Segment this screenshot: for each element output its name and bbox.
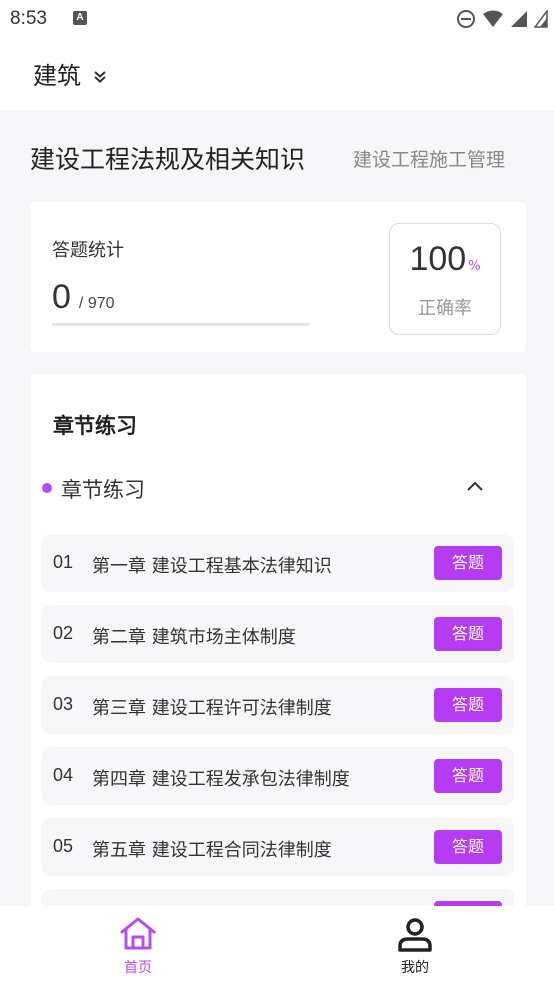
answer-button[interactable]: 答题 <box>434 546 502 580</box>
stats-title: 答题统计 <box>52 240 124 261</box>
progress-bar <box>52 323 310 326</box>
chapter-group-header[interactable]: 章节练习 <box>30 470 526 506</box>
answer-button[interactable]: 答题 <box>434 759 502 793</box>
chapter-title: 第二章 建筑市场主体制度 <box>92 627 296 648</box>
total-count: / 970 <box>78 295 115 312</box>
status-time: 8:53 <box>10 8 47 29</box>
accuracy-value: 100 <box>409 240 467 278</box>
nav-home[interactable]: 首页 <box>98 916 178 977</box>
group-label: 章节练习 <box>61 478 145 502</box>
answer-button[interactable]: 答题 <box>434 617 502 651</box>
course-tabs: 建设工程法规及相关知识 建设工程施工管理 <box>0 110 554 202</box>
answered-count: 0 <box>52 278 71 316</box>
user-icon <box>398 918 432 952</box>
chapter-number: 03 <box>53 694 74 714</box>
section-title: 章节练习 <box>53 414 137 438</box>
home-icon <box>120 917 156 950</box>
list-item[interactable]: 04 第四章 建设工程发承包法律制度 答题 <box>42 747 514 805</box>
answer-button[interactable]: 答题 <box>434 688 502 722</box>
list-item[interactable]: 05 第五章 建设工程合同法律制度 答题 <box>42 818 514 876</box>
tab-course-active[interactable]: 建设工程法规及相关知识 <box>30 140 305 176</box>
signal-icon <box>511 11 527 27</box>
chapter-title: 第五章 建设工程合同法律制度 <box>92 840 332 861</box>
accuracy-box: 100% 正确率 <box>389 223 501 335</box>
stats-count: 0 / 970 <box>52 278 115 317</box>
nav-home-label: 首页 <box>124 960 152 976</box>
bottom-nav: 首页 我的 <box>0 906 554 984</box>
list-item[interactable]: 03 第三章 建设工程许可法律制度 答题 <box>42 676 514 734</box>
signal-icon <box>534 10 548 28</box>
chapter-number: 02 <box>53 623 74 643</box>
chevron-up-icon[interactable] <box>466 478 484 496</box>
chapter-title: 第四章 建设工程发承包法律制度 <box>92 769 350 790</box>
list-item[interactable]: 02 第二章 建筑市场主体制度 答题 <box>42 605 514 663</box>
do-not-disturb-icon <box>457 10 475 28</box>
stats-card: 答题统计 0 / 970 100% 正确率 <box>30 202 526 352</box>
top-bar: 建筑 <box>0 38 554 110</box>
list-item[interactable]: 01 第一章 建设工程基本法律知识 答题 <box>42 534 514 592</box>
chapter-number: 01 <box>53 552 74 572</box>
nav-mine[interactable]: 我的 <box>375 916 455 977</box>
nav-mine-label: 我的 <box>401 960 429 976</box>
chapter-title: 第三章 建设工程许可法律制度 <box>92 698 332 719</box>
subject-label: 建筑 <box>33 62 81 90</box>
chapter-number: 04 <box>53 765 74 785</box>
chapter-title: 第一章 建设工程基本法律知识 <box>92 556 332 577</box>
chapter-number: 05 <box>53 836 74 856</box>
status-icons <box>456 8 548 30</box>
accuracy-unit: % <box>468 259 481 274</box>
tab-course[interactable]: 建设工程施工管理 <box>353 145 505 172</box>
status-bar: 8:53 A <box>0 0 554 38</box>
subject-selector[interactable]: 建筑 <box>33 56 107 91</box>
chapter-practice-card: 章节练习 章节练习 01 第一章 建设工程基本法律知识 答题 02 第二章 建筑… <box>30 374 526 914</box>
notification-icon: A <box>73 11 87 25</box>
group-dot <box>42 483 52 493</box>
accuracy-label: 正确率 <box>418 298 472 319</box>
double-chevron-down-icon <box>94 70 106 83</box>
wifi-icon <box>483 10 503 27</box>
answer-button[interactable]: 答题 <box>434 830 502 864</box>
